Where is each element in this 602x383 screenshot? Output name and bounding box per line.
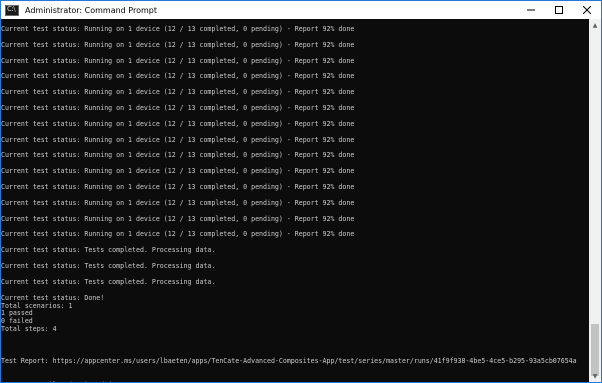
console-line: 1 passed — [1, 309, 33, 318]
console-line: Current test status: Running on 1 device… — [1, 167, 355, 176]
console-line: Current test status: Running on 1 device… — [1, 183, 355, 191]
console-line: Current test status: Running on 1 device… — [1, 198, 355, 207]
console-line: 0 failed — [1, 317, 33, 326]
console-line: Total steps: 4 — [1, 325, 57, 334]
scroll-up-icon[interactable]: ▲ — [589, 19, 601, 31]
scroll-thumb[interactable] — [591, 324, 599, 376]
console-line: Current test status: Running on 1 device… — [1, 230, 355, 239]
command-prompt-window: Administrator: Command Prompt Current te… — [0, 0, 602, 383]
console-line: C:\Program Files (x86)\nodejs> — [1, 381, 120, 383]
minimize-icon — [527, 9, 535, 11]
close-icon — [583, 6, 591, 14]
console-line: Current test status: Running on 1 device… — [1, 40, 355, 49]
maximize-button[interactable] — [545, 1, 573, 19]
minimize-button[interactable] — [517, 1, 545, 19]
console-line: Current test status: Tests completed. Pr… — [1, 277, 216, 286]
console-line: Current test status: Running on 1 device… — [1, 25, 355, 33]
console-line: Current test status: Running on 1 device… — [1, 56, 355, 65]
vertical-scrollbar[interactable]: ▲ ▼ — [589, 19, 601, 382]
console-line: Current test status: Running on 1 device… — [1, 151, 355, 160]
console-line: Test Report: https://appcenter.ms/users/… — [1, 356, 577, 365]
window-title: Administrator: Command Prompt — [25, 5, 157, 15]
console-line: Current test status: Tests completed. Pr… — [1, 262, 216, 270]
console-line: Current test status: Running on 1 device… — [1, 135, 355, 144]
console-line: Current test status: Running on 1 device… — [1, 72, 355, 81]
close-button[interactable] — [573, 1, 601, 19]
title-bar[interactable]: Administrator: Command Prompt — [1, 1, 601, 19]
console-line: Current test status: Tests completed. Pr… — [1, 246, 216, 255]
console-line: Current test status: Done! — [1, 293, 105, 302]
console-line: Total scenarios: 1 — [1, 301, 73, 310]
window-controls — [517, 1, 601, 19]
console-line: Current test status: Running on 1 device… — [1, 88, 355, 97]
cmd-icon[interactable] — [5, 4, 19, 16]
scroll-down-icon[interactable]: ▼ — [589, 370, 601, 382]
maximize-icon — [555, 6, 563, 14]
console-line: Current test status: Running on 1 device… — [1, 119, 355, 128]
console-line: Current test status: Running on 1 device… — [1, 104, 355, 112]
console-output[interactable]: Current test status: Running on 1 device… — [1, 19, 589, 382]
console-line: Current test status: Running on 1 device… — [1, 214, 355, 223]
